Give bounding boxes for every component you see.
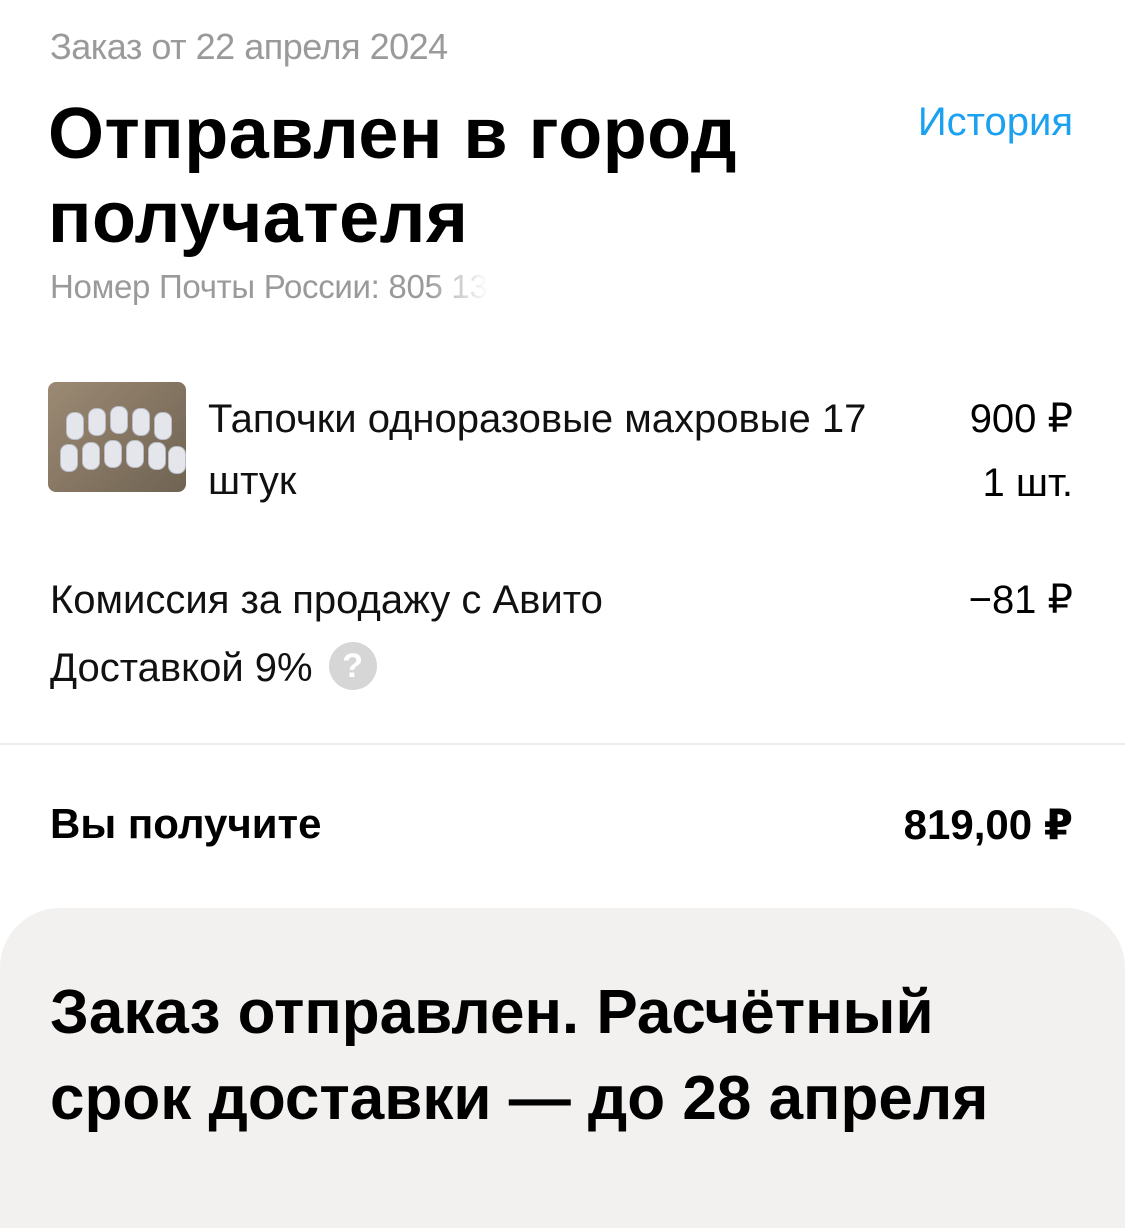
divider xyxy=(0,743,1125,745)
slipper-shape xyxy=(168,446,186,474)
slipper-shape xyxy=(110,406,128,434)
product-price: 900 ₽ xyxy=(969,397,1073,441)
slipper-shape xyxy=(82,442,100,470)
product-name[interactable]: Тапочки одноразовые махровые 17 штук xyxy=(208,388,938,512)
tracking-value: 805 13 xyxy=(388,268,488,305)
total-label: Вы получите xyxy=(50,800,322,847)
order-date: Заказ от 22 апреля 2024 xyxy=(50,26,448,67)
slipper-shape xyxy=(88,408,106,436)
history-link[interactable]: История xyxy=(918,100,1073,145)
slipper-shape xyxy=(66,412,84,440)
slipper-shape xyxy=(148,442,166,470)
help-icon[interactable]: ? xyxy=(328,642,377,691)
tracking-label: Номер Почты России: xyxy=(50,268,389,305)
commission-label: Комиссия за продажу с Авито Доставкой 9% xyxy=(50,578,603,690)
delivery-info-text: Заказ отправлен. Расчётный срок доставки… xyxy=(50,978,989,1133)
commission-value: −81 ₽ xyxy=(968,578,1073,622)
product-image[interactable] xyxy=(48,382,186,492)
commission-row: Комиссия за продажу с Авито Доставкой 9%… xyxy=(50,566,750,702)
slipper-shape xyxy=(154,412,172,440)
product-quantity: 1 шт. xyxy=(982,461,1073,505)
slipper-shape xyxy=(126,440,144,468)
slipper-shape xyxy=(132,408,150,436)
tracking-number[interactable]: Номер Почты России: 805 13 xyxy=(50,268,488,306)
slipper-shape xyxy=(104,440,122,468)
slipper-shape xyxy=(60,444,78,472)
total-value: 819,00 ₽ xyxy=(903,801,1073,848)
order-status-title: Отправлен в город получателя xyxy=(48,94,737,258)
